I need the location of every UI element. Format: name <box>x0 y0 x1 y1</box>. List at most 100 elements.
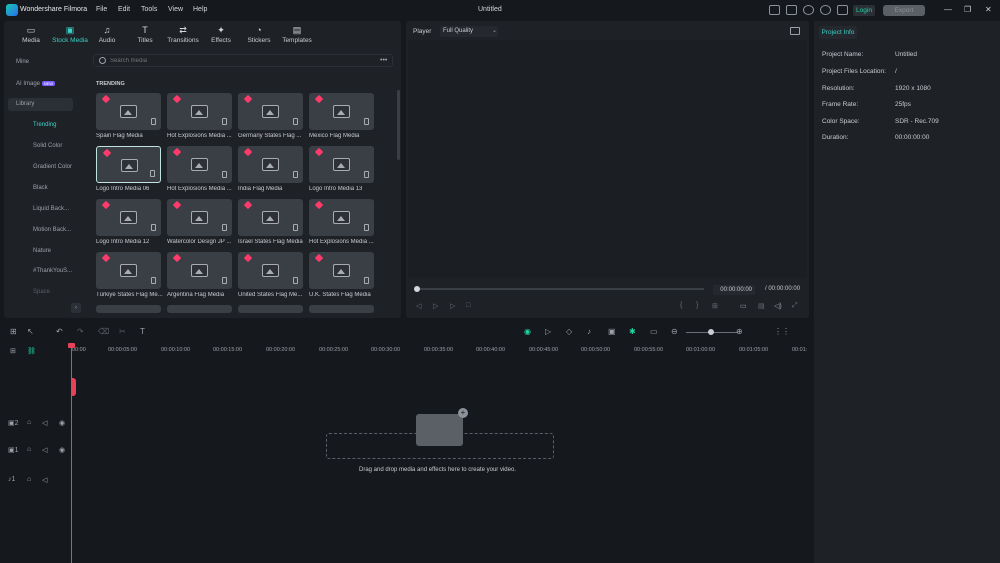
lock-icon[interactable]: ⌂ <box>27 476 31 483</box>
render-preview-icon[interactable]: ▷ <box>545 327 551 336</box>
media-tile[interactable] <box>238 93 303 130</box>
playhead[interactable] <box>71 344 72 563</box>
media-tile[interactable] <box>238 199 303 236</box>
download-icon[interactable] <box>364 118 369 125</box>
media-tile[interactable] <box>96 305 161 313</box>
media-tile[interactable] <box>238 305 303 313</box>
save-icon[interactable] <box>786 5 797 15</box>
download-icon[interactable] <box>364 171 369 178</box>
cut-icon[interactable]: ✂ <box>119 327 126 336</box>
sidebar-item-mine[interactable]: Mine <box>8 56 73 69</box>
download-icon[interactable] <box>222 277 227 284</box>
cloud-icon[interactable] <box>803 5 814 15</box>
add-track-icon[interactable]: ⊞ <box>10 347 16 355</box>
download-icon[interactable] <box>222 224 227 231</box>
download-icon[interactable] <box>293 171 298 178</box>
media-tile[interactable] <box>96 146 161 183</box>
seek-bar[interactable] <box>418 288 704 290</box>
media-tile[interactable] <box>167 305 232 313</box>
layout-icon[interactable] <box>769 5 780 15</box>
render-icon[interactable]: ▤ <box>758 302 765 310</box>
redo-icon[interactable]: ↷ <box>77 327 84 336</box>
media-tile[interactable] <box>309 305 374 313</box>
sidebar-item-gradient-color[interactable]: Gradient Color <box>33 164 72 170</box>
eye-icon[interactable]: ◉ <box>59 419 65 427</box>
media-tile[interactable] <box>309 93 374 130</box>
volume-icon[interactable]: ◁) <box>774 302 782 310</box>
sidebar-item-ai-image[interactable]: AI Image NEW <box>8 77 73 90</box>
search-input[interactable] <box>110 58 188 64</box>
download-icon[interactable] <box>151 118 156 125</box>
mute-icon[interactable]: ◁ <box>42 446 47 454</box>
download-icon[interactable] <box>151 277 156 284</box>
more-options-icon[interactable]: ••• <box>380 57 387 64</box>
media-tile[interactable] <box>96 93 161 130</box>
select-tool-icon[interactable]: ↖ <box>27 327 34 336</box>
download-icon[interactable] <box>293 224 298 231</box>
sidebar-item-solid-color[interactable]: Solid Color <box>33 143 62 149</box>
playhead-grab-handle[interactable] <box>71 378 76 396</box>
tab-stickers[interactable]: ◔ Stickers <box>242 24 276 49</box>
close-icon[interactable]: ✕ <box>985 5 992 14</box>
zoom-slider-handle[interactable] <box>708 329 714 335</box>
delete-icon[interactable]: ⌫ <box>98 327 109 336</box>
microphone-icon[interactable]: ♪ <box>587 327 591 336</box>
sidebar-item-space[interactable]: Space <box>33 289 50 295</box>
track-layout-icon[interactable]: ⋮⋮ <box>774 327 790 336</box>
sidebar-item-motion-back[interactable]: Motion Back... <box>33 227 71 233</box>
quality-select[interactable]: Full Quality <box>440 26 498 37</box>
minimize-icon[interactable]: — <box>944 5 952 14</box>
collapse-sidebar-button[interactable]: ‹ <box>71 303 81 313</box>
link-icon[interactable]: ⛓ <box>27 347 36 355</box>
lock-icon[interactable]: ⌂ <box>27 419 31 426</box>
monitor-icon[interactable]: ▭ <box>740 302 747 310</box>
tab-stock-media[interactable]: ▣ Stock Media <box>52 24 88 49</box>
fullscreen-icon[interactable]: ⤢ <box>792 302 798 310</box>
play-icon[interactable]: ▷ <box>450 302 455 310</box>
media-tile[interactable] <box>96 199 161 236</box>
seek-handle[interactable] <box>414 286 420 292</box>
eye-icon[interactable]: ◉ <box>59 446 65 454</box>
layout-grid-icon[interactable]: ⊞ <box>10 327 17 336</box>
lock-icon[interactable]: ⌂ <box>27 446 31 453</box>
mute-icon[interactable]: ◁ <box>42 476 47 484</box>
menu-tools[interactable]: Tools <box>141 6 157 13</box>
media-tile[interactable] <box>309 199 374 236</box>
tab-media[interactable]: ▭ Media <box>14 24 48 49</box>
zoom-in-icon[interactable]: ⊕ <box>736 327 743 336</box>
maximize-icon[interactable]: ❐ <box>964 5 971 14</box>
display-settings-icon[interactable]: ⊞ <box>712 302 718 310</box>
menu-edit[interactable]: Edit <box>118 6 130 13</box>
download-icon[interactable] <box>151 224 156 231</box>
tab-project-info[interactable]: Project Info <box>819 26 857 39</box>
download-icon[interactable] <box>364 224 369 231</box>
tab-audio[interactable]: ♫ Audio <box>90 24 124 49</box>
undo-icon[interactable]: ↶ <box>56 327 63 336</box>
export-button[interactable]: Export <box>883 5 925 16</box>
sidebar-item-library[interactable]: Library <box>8 98 73 111</box>
media-tile[interactable] <box>238 252 303 289</box>
ai-assist-icon[interactable]: ◉ <box>524 327 531 336</box>
media-tile[interactable] <box>167 199 232 236</box>
download-icon[interactable] <box>222 118 227 125</box>
zoom-out-icon[interactable]: ⊖ <box>671 327 678 336</box>
login-button[interactable]: Login <box>853 5 875 16</box>
media-tile[interactable] <box>167 93 232 130</box>
sidebar-item-nature[interactable]: Nature <box>33 248 51 254</box>
menu-file[interactable]: File <box>96 6 107 13</box>
download-icon[interactable] <box>222 171 227 178</box>
media-tile[interactable] <box>167 146 232 183</box>
media-tile[interactable] <box>96 252 161 289</box>
sidebar-item-trending[interactable]: Trending <box>33 122 56 128</box>
media-tile[interactable] <box>238 146 303 183</box>
tab-transitions[interactable]: ⇄ Transitions <box>166 24 200 49</box>
playhead-marker[interactable] <box>68 343 75 348</box>
mark-in-icon[interactable]: { <box>680 302 682 309</box>
snapshot-icon[interactable] <box>790 27 800 35</box>
ai-cut-icon[interactable]: ▣ <box>608 327 616 336</box>
sidebar-item-thankyou[interactable]: #ThankYouS... <box>33 268 72 274</box>
tab-titles[interactable]: T Titles <box>128 24 162 49</box>
media-scrollbar[interactable] <box>397 90 400 160</box>
text-tool-icon[interactable]: T <box>140 327 145 336</box>
plus-icon[interactable]: + <box>458 408 468 418</box>
